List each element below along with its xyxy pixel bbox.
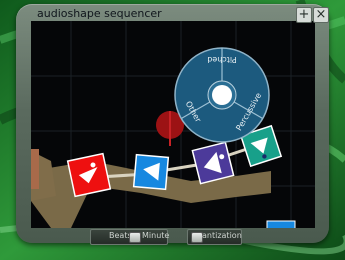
shape-partial[interactable] [266,220,296,228]
wheel-segment-pitched[interactable]: Pitched [207,55,236,64]
bottom-controls: Beats Minute antization [90,229,242,245]
shape-red[interactable] [66,152,112,198]
shape-blue[interactable] [132,153,170,191]
shape-purple[interactable] [191,141,235,185]
window-title: audioshape sequencer [37,7,162,20]
sequencer-canvas[interactable]: Pitched Percussive Other [31,21,315,228]
quantization-label: antization [202,231,242,240]
instrument-wheel[interactable]: Pitched Percussive Other [174,47,270,143]
tempo-control[interactable]: Beats Minute [90,229,170,245]
quantization-control[interactable]: antization [187,229,242,245]
wheel-center-button[interactable] [212,85,232,105]
tempo-knob[interactable] [129,232,141,243]
tempo-right-label: Minute [142,231,170,240]
close-button[interactable]: × [313,7,329,23]
shape-edge [31,149,39,189]
add-button[interactable]: + [296,7,312,23]
sequencer-scene: Pitched Percussive Other [31,21,315,228]
